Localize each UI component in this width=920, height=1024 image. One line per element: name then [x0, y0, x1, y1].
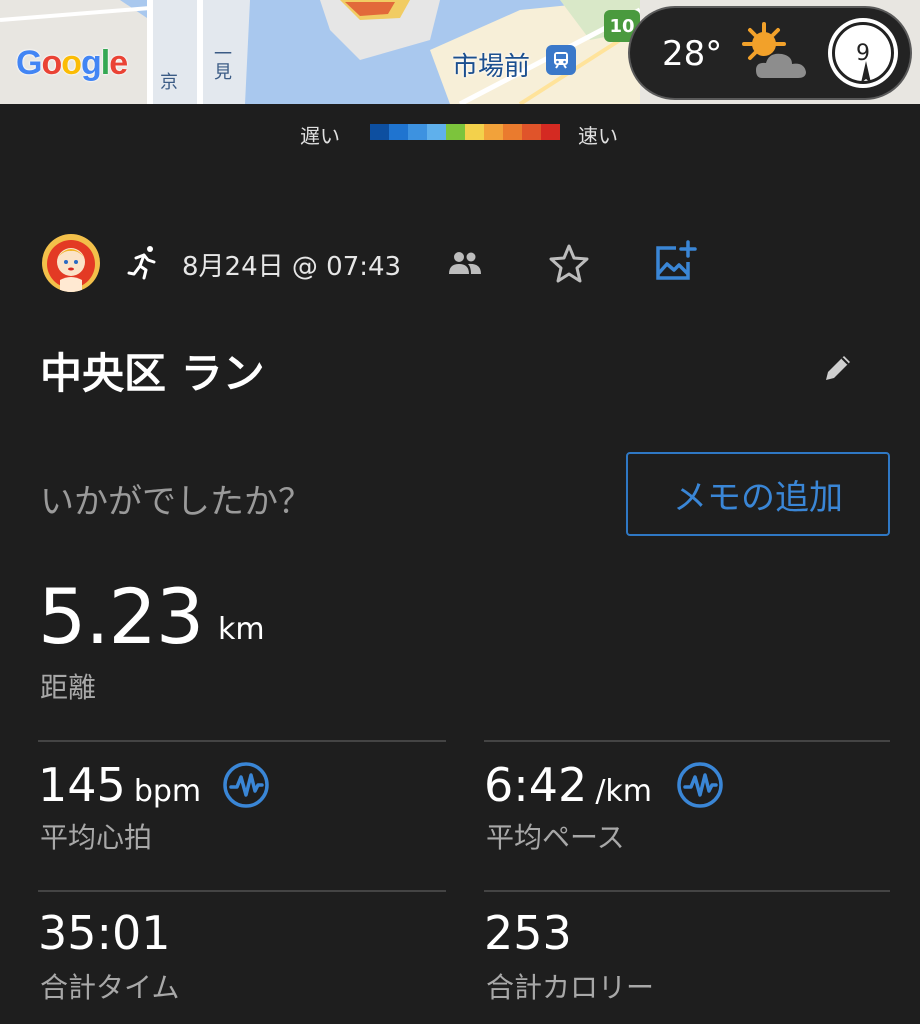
divider	[38, 740, 446, 742]
station-label[interactable]: 市場前	[452, 46, 530, 83]
add-photo-icon[interactable]	[652, 240, 698, 290]
partly-cloudy-icon	[736, 22, 816, 90]
avg-heart-rate-unit: bpm	[133, 774, 202, 809]
divider	[484, 740, 890, 742]
add-memo-button[interactable]: メモの追加	[626, 452, 890, 536]
feedback-prompt: いかがでしたか？	[40, 482, 312, 522]
avg-pace-label: 平均ペース	[486, 821, 625, 854]
avg-heart-rate-value: 145	[38, 758, 126, 812]
running-icon	[126, 244, 162, 284]
temperature: 28°	[662, 34, 723, 74]
train-icon[interactable]	[546, 45, 576, 75]
activity-date: 8月24日 @ 07:43	[182, 252, 402, 282]
avg-heart-rate: 145 bpm	[38, 758, 201, 812]
legend-swatch	[503, 124, 522, 140]
pace-legend: 遅い 速い	[0, 118, 920, 148]
legend-swatch	[389, 124, 408, 140]
heart-rate-chart-icon[interactable]	[222, 761, 270, 813]
map-view[interactable]: Google 京 一見 市場前 10 28° 9	[0, 0, 920, 104]
legend-swatch	[541, 124, 560, 140]
legend-swatch	[446, 124, 465, 140]
legend-swatch	[484, 124, 503, 140]
activity-title: 中央区 ラン	[40, 349, 265, 398]
legend-swatch	[465, 124, 484, 140]
pencil-icon[interactable]	[820, 350, 856, 390]
people-icon[interactable]	[448, 250, 482, 280]
weather-widget[interactable]: 28° 9	[630, 8, 910, 98]
legend-swatch	[427, 124, 446, 140]
avg-heart-rate-label: 平均心拍	[40, 821, 153, 854]
star-icon[interactable]	[548, 242, 590, 288]
road-label: 一見	[211, 44, 232, 80]
avg-pace-value: 6:42	[484, 758, 588, 812]
distance-label: 距離	[40, 671, 97, 704]
road-label: 京	[160, 72, 178, 93]
divider	[38, 890, 446, 892]
avatar[interactable]	[42, 234, 100, 292]
pace-color-bar	[370, 124, 560, 140]
avg-pace: 6:42/km	[484, 758, 652, 812]
legend-swatch	[408, 124, 427, 140]
distance-unit: km	[218, 612, 265, 647]
legend-slow-label: 遅い	[300, 124, 340, 148]
calories-label: 合計カロリー	[486, 971, 655, 1004]
google-logo: Google	[16, 44, 128, 82]
calories-value: 253	[484, 906, 572, 960]
pace-chart-icon[interactable]	[676, 761, 724, 813]
legend-swatch	[370, 124, 389, 140]
divider	[484, 890, 890, 892]
distance-value: 5.23	[38, 572, 204, 661]
avg-pace-unit: /km	[595, 774, 653, 809]
compass-icon: 9	[832, 22, 894, 84]
total-time-value: 35:01	[38, 906, 171, 960]
compass-button[interactable]: 9	[828, 18, 898, 88]
legend-swatch	[522, 124, 541, 140]
legend-fast-label: 速い	[578, 124, 618, 148]
total-time-label: 合計タイム	[40, 971, 180, 1004]
